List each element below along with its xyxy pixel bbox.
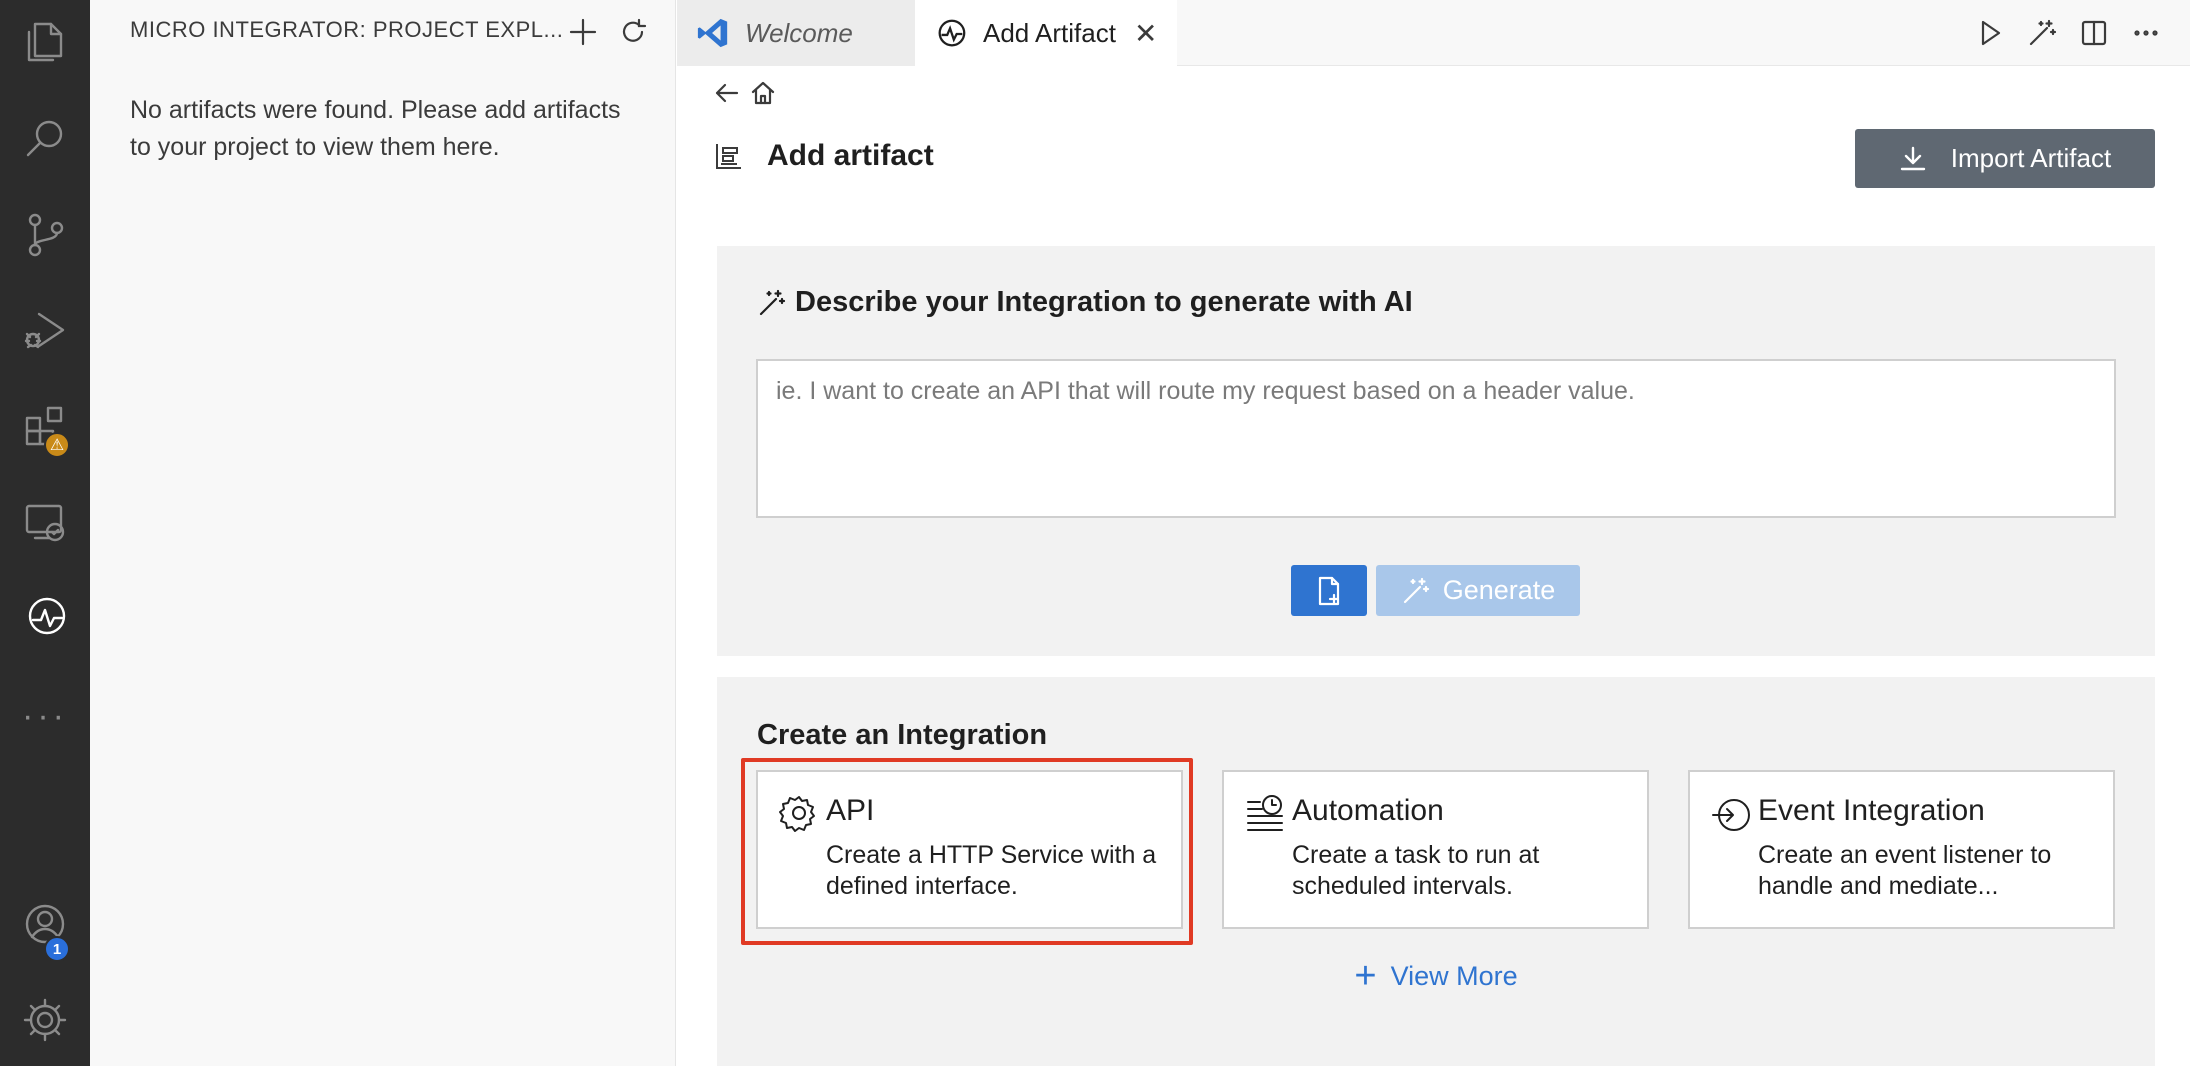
download-icon bbox=[1900, 146, 1925, 170]
magic-wand-icon bbox=[1403, 577, 1429, 603]
tab-welcome-label: Welcome bbox=[745, 17, 853, 48]
micro-integrator-tab-icon bbox=[933, 16, 969, 52]
refresh-icon[interactable] bbox=[613, 12, 653, 52]
empty-message: No artifacts were found. Please add arti… bbox=[130, 96, 621, 161]
search-icon[interactable] bbox=[0, 98, 90, 178]
project-explorer-sidebar: MICRO INTEGRATOR: PROJECT EXPL... No art… bbox=[90, 0, 676, 1066]
run-debug-icon[interactable] bbox=[0, 290, 90, 370]
view-more-button[interactable]: + View More bbox=[717, 957, 2155, 995]
accounts-badge: 1 bbox=[44, 936, 70, 962]
event-integration-card[interactable]: Event Integration Create an event listen… bbox=[1688, 770, 2115, 929]
editor-actions bbox=[1964, 10, 2172, 56]
split-editor-icon[interactable] bbox=[2068, 10, 2120, 56]
remote-explorer-icon[interactable] bbox=[0, 482, 90, 562]
import-artifact-button[interactable]: Import Artifact bbox=[1855, 129, 2155, 188]
extensions-icon[interactable]: ⚠ bbox=[0, 386, 90, 466]
generate-button[interactable]: Generate bbox=[1376, 565, 1580, 616]
settings-icon[interactable] bbox=[0, 980, 90, 1060]
editor-tab-bar: Welcome Add Artifact ✕ bbox=[677, 0, 2190, 67]
generate-label: Generate bbox=[1442, 575, 1556, 605]
event-listener-icon bbox=[1710, 792, 1752, 834]
attach-file-button[interactable] bbox=[1291, 565, 1367, 616]
tab-add-artifact[interactable]: Add Artifact ✕ bbox=[915, 0, 1177, 67]
warning-badge: ⚠ bbox=[44, 432, 70, 458]
automation-card-title: Automation bbox=[1292, 794, 1444, 827]
run-icon[interactable] bbox=[1964, 10, 2016, 56]
scheduled-task-icon bbox=[1244, 792, 1286, 834]
ai-heading-text: Describe your Integration to generate wi… bbox=[795, 286, 1413, 318]
event-integration-card-description: Create an event listener to handle and m… bbox=[1758, 841, 2052, 900]
automation-card[interactable]: Automation Create a task to run at sched… bbox=[1222, 770, 1649, 929]
event-integration-card-title: Event Integration bbox=[1758, 794, 1985, 827]
back-arrow-icon[interactable] bbox=[709, 75, 745, 111]
magic-wand-icon[interactable] bbox=[2016, 10, 2068, 56]
source-control-icon[interactable] bbox=[0, 194, 90, 274]
tab-welcome[interactable]: Welcome bbox=[677, 0, 915, 66]
more-icon[interactable]: ··· bbox=[0, 676, 90, 756]
ai-generate-panel: Describe your Integration to generate wi… bbox=[717, 246, 2155, 656]
files-icon[interactable] bbox=[0, 2, 90, 82]
ai-prompt-input[interactable] bbox=[756, 359, 2116, 518]
api-card-description: Create a HTTP Service with a defined int… bbox=[826, 841, 1157, 900]
automation-card-description: Create a task to run at scheduled interv… bbox=[1292, 841, 1540, 900]
activity-bar: ⚠ ··· 1 bbox=[0, 0, 90, 1066]
view-more-label: View More bbox=[1390, 960, 1518, 991]
page-header: Add artifact bbox=[713, 139, 934, 173]
close-icon[interactable]: ✕ bbox=[1134, 17, 1157, 50]
accounts-icon[interactable]: 1 bbox=[0, 884, 90, 964]
create-integration-panel: Create an Integration API Create a HTTP … bbox=[717, 677, 2155, 1066]
create-heading: Create an Integration bbox=[757, 719, 1048, 751]
api-card-title: API bbox=[826, 794, 875, 827]
artifact-icon bbox=[716, 144, 741, 169]
ai-heading: Describe your Integration to generate wi… bbox=[757, 286, 1413, 319]
home-icon[interactable] bbox=[745, 75, 781, 111]
sidebar-title: MICRO INTEGRATOR: PROJECT EXPL... bbox=[130, 17, 564, 42]
tab-add-artifact-label: Add Artifact bbox=[983, 18, 1116, 48]
page-title: Add artifact bbox=[767, 139, 934, 172]
gear-icon bbox=[778, 792, 820, 834]
add-artifact-icon[interactable] bbox=[563, 12, 603, 52]
api-card[interactable]: API Create a HTTP Service with a defined… bbox=[756, 770, 1183, 929]
new-file-icon bbox=[1318, 576, 1340, 605]
micro-integrator-icon[interactable] bbox=[0, 578, 90, 658]
magic-wand-icon bbox=[759, 289, 786, 315]
import-artifact-label: Import Artifact bbox=[1950, 143, 2112, 173]
vscode-icon bbox=[695, 15, 731, 51]
add-artifact-view: Add artifact Import Artifact Describe yo… bbox=[677, 67, 2190, 1066]
more-actions-icon[interactable] bbox=[2120, 10, 2172, 56]
plus-icon: + bbox=[1354, 955, 1377, 997]
